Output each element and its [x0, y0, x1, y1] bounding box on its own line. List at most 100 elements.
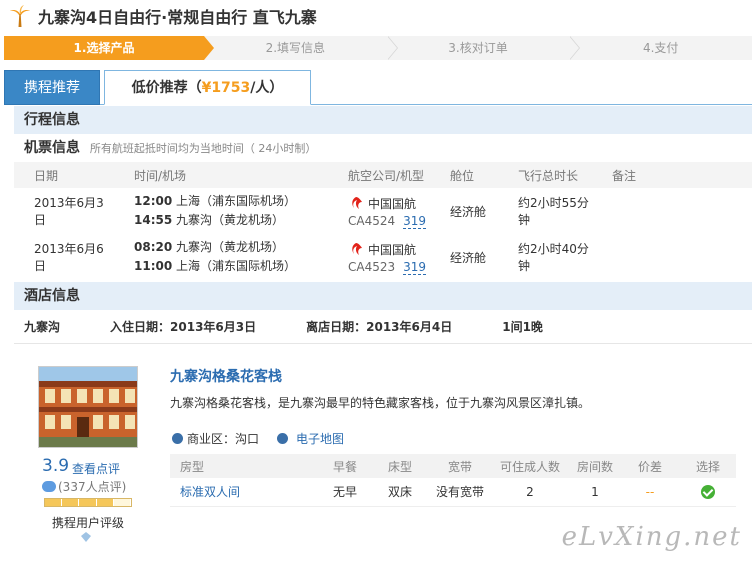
hotel-stay-summary: 九寨沟 入住日期：2013年6月3日 离店日期：2013年6月4日 1间1晚 — [14, 310, 752, 344]
hotel-building-image — [39, 367, 137, 447]
tab-low-price-suffix: /人） — [250, 80, 284, 96]
flight-airline: 中国国航 CA4524 319 — [328, 188, 430, 234]
flight-date: 2013年6月6日 — [34, 242, 104, 273]
room-broadband: 没有宽带 — [430, 478, 490, 507]
col-adults: 可住成人数 — [490, 454, 570, 478]
selected-check-icon[interactable] — [701, 485, 715, 499]
tab-low-price-label: 低价推荐（ — [131, 80, 202, 96]
arr-time: 11:00 — [134, 259, 173, 273]
table-row: 标准双人间 无早 双床 没有宽带 2 1 -- — [170, 478, 736, 507]
airline-name: 中国国航 — [368, 242, 417, 257]
room-table: 房型 早餐 床型 宽带 可住成人数 房间数 价差 选择 标准双人间 无早 双床 … — [170, 454, 736, 507]
dep-airport: 九寨沟（黄龙机场） — [176, 240, 285, 254]
view-reviews-link[interactable]: 查看点评 — [72, 460, 120, 477]
flight-table-header: 日期 时间/机场 航空公司/机型 舱位 飞行总时长 备注 — [14, 162, 752, 188]
checkin-date: 入住日期：2013年6月3日 — [110, 320, 257, 334]
hotel-photo[interactable] — [38, 366, 138, 448]
step-label: 1.选择产品 — [73, 41, 135, 55]
col-select: 选择 — [680, 454, 736, 478]
hotel-section-title: 酒店信息 — [14, 282, 752, 310]
flight-duration: 约2小时55分钟 — [518, 196, 589, 227]
step-label: 4.支付 — [642, 41, 679, 55]
flight-cabin: 经济舱 — [450, 250, 487, 265]
room-adults: 2 — [490, 478, 570, 507]
flight-number: CA4524 — [348, 213, 396, 228]
review-count-text: (337人点评) — [58, 480, 127, 494]
step-arrow-icon — [204, 36, 214, 60]
flight-airline: 中国国航 CA4523 319 — [328, 234, 430, 280]
flight-table: 日期 时间/机场 航空公司/机型 舱位 飞行总时长 备注 2013年6月3日 1… — [14, 162, 752, 280]
hotel-score: 3.9 — [42, 456, 70, 476]
col-broadband: 宽带 — [430, 454, 490, 478]
title-bar: 九寨沟4日自由行·常规自由行 直飞九寨 — [0, 0, 752, 32]
itinerary-section-title: 行程信息 — [14, 106, 752, 134]
diamond-icon — [81, 532, 91, 542]
step-pay: 4.支付 — [569, 36, 752, 60]
watermark: eLvXing.net — [561, 522, 742, 552]
room-price-diff: -- — [620, 478, 680, 507]
room-select[interactable] — [680, 478, 736, 507]
col-cabin: 舱位 — [430, 162, 498, 188]
col-room-count: 房间数 — [570, 454, 620, 478]
tab-ctrip-recommend[interactable]: 携程推荐 — [4, 70, 100, 105]
air-china-logo-icon — [352, 243, 362, 255]
col-duration: 飞行总时长 — [498, 162, 592, 188]
airline-name: 中国国航 — [368, 196, 417, 211]
plane-model-link[interactable]: 319 — [403, 259, 427, 275]
flight-remark — [592, 188, 752, 234]
review-count[interactable]: (337人点评) — [42, 478, 126, 495]
arr-airport: 九寨沟（黄龙机场） — [176, 213, 285, 227]
step-arrow-icon — [569, 36, 580, 60]
step-select-product: 1.选择产品 — [4, 36, 214, 60]
col-date: 日期 — [14, 162, 114, 188]
level-seg — [79, 499, 97, 506]
flight-remark — [592, 234, 752, 280]
step-check-order: 3.核对订单 — [386, 36, 581, 60]
level-seg — [96, 499, 114, 506]
dep-time: 08:20 — [134, 240, 173, 254]
ticket-note: 所有航班起抵时间均为当地时间（ 24小时制） — [89, 142, 317, 155]
arr-airport: 上海（浦东国际机场） — [176, 259, 297, 273]
user-rating-label: 携程用户评级 — [52, 516, 125, 530]
user-level-bar — [44, 498, 132, 507]
step-label: 3.核对订单 — [448, 41, 508, 55]
room-type-link[interactable]: 标准双人间 — [170, 478, 320, 507]
main-content: 行程信息 机票信息 所有航班起抵时间均为当地时间（ 24小时制） 日期 时间/机… — [14, 106, 752, 570]
air-china-logo-icon — [352, 197, 362, 209]
room-bed: 双床 — [370, 478, 430, 507]
location-icon — [172, 433, 183, 444]
room-breakfast: 无早 — [320, 478, 370, 507]
hotel-district: 商业区：沟口 — [187, 432, 260, 446]
room-count: 1 — [570, 478, 620, 507]
plane-model-link[interactable]: 319 — [403, 213, 427, 229]
level-seg — [113, 499, 132, 506]
dep-airport: 上海（浦东国际机场） — [176, 194, 297, 208]
flight-duration: 约2小时40分钟 — [518, 242, 589, 273]
recommend-tabs: 携程推荐 低价推荐（¥1753/人） — [4, 70, 752, 105]
hotel-city: 九寨沟 — [24, 320, 61, 334]
ticket-header: 机票信息 所有航班起抵时间均为当地时间（ 24小时制） — [14, 134, 752, 162]
table-row: 2013年6月6日 08:20 九寨沟（黄龙机场） 11:00 上海（浦东国际机… — [14, 234, 752, 280]
page-title: 九寨沟4日自由行·常规自由行 直飞九寨 — [38, 8, 317, 27]
table-row: 2013年6月3日 12:00 上海（浦东国际机场） 14:55 九寨沟（黄龙机… — [14, 188, 752, 234]
col-airline: 航空公司/机型 — [328, 162, 430, 188]
hotel-description: 九寨沟格桑花客栈，是九寨沟最早的特色藏家客栈，位于九寨沟风景区漳扎镇。 — [170, 396, 591, 410]
col-breakfast: 早餐 — [320, 454, 370, 478]
step-progress: 1.选择产品 2.填写信息 3.核对订单 4.支付 — [4, 36, 752, 60]
col-bed: 床型 — [370, 454, 430, 478]
checkout-date: 离店日期：2013年6月4日 — [306, 320, 453, 334]
electronic-map-link[interactable]: 电子地图 — [296, 430, 344, 447]
dep-time: 12:00 — [134, 194, 173, 208]
comment-bubble-icon — [42, 481, 56, 492]
flight-cabin: 经济舱 — [450, 204, 487, 219]
palm-tree-icon — [10, 5, 30, 27]
room-nights: 1间1晚 — [502, 320, 543, 334]
step-arrow-icon — [386, 36, 397, 60]
map-icon — [277, 433, 289, 444]
arr-time: 14:55 — [134, 213, 173, 227]
hotel-meta: 商业区：沟口 电子地图 — [172, 430, 344, 447]
flight-time: 12:00 上海（浦东国际机场） 14:55 九寨沟（黄龙机场） — [114, 188, 328, 234]
tab-low-price[interactable]: 低价推荐（¥1753/人） — [104, 70, 311, 105]
col-price-diff: 价差 — [620, 454, 680, 478]
hotel-name-link[interactable]: 九寨沟格桑花客栈 — [170, 366, 282, 386]
